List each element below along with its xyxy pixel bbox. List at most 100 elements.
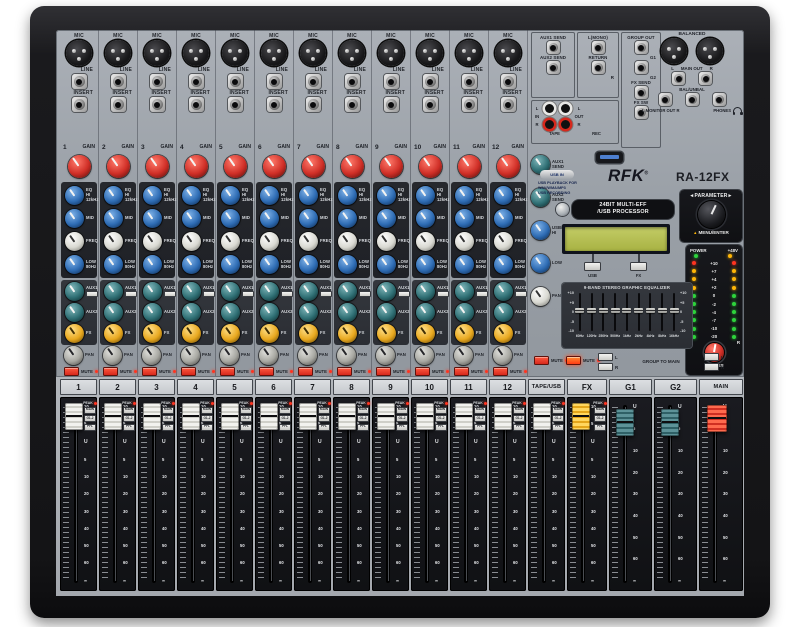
- aux1-knob[interactable]: [260, 282, 279, 301]
- mute-button[interactable]: [64, 367, 79, 376]
- mute-button[interactable]: [337, 367, 352, 376]
- main-assign-button[interactable]: MAIN: [474, 407, 486, 414]
- g1-to-main-l-button[interactable]: [598, 353, 613, 361]
- eq-freq-knob[interactable]: [299, 232, 318, 251]
- pfl-button[interactable]: PFL: [318, 424, 330, 431]
- aux1-knob[interactable]: [143, 282, 162, 301]
- fader-cap[interactable]: [221, 403, 239, 430]
- mute-button[interactable]: [376, 367, 391, 376]
- aux2-knob[interactable]: [260, 303, 279, 322]
- fader-cap[interactable]: [455, 403, 473, 430]
- fader-cap[interactable]: [533, 403, 551, 430]
- aux-pre-button[interactable]: [515, 291, 527, 297]
- master-knob[interactable]: [531, 254, 550, 273]
- fader-cap[interactable]: [104, 403, 122, 430]
- aux2-knob[interactable]: [416, 303, 435, 322]
- eq-low-knob[interactable]: [299, 255, 318, 274]
- master-knob[interactable]: [531, 221, 550, 240]
- eq-mid-knob[interactable]: [182, 209, 201, 228]
- fx-knob[interactable]: [416, 324, 435, 343]
- mute-button[interactable]: [298, 367, 313, 376]
- fader-cap[interactable]: [65, 403, 83, 430]
- pan-knob[interactable]: [142, 346, 161, 365]
- eq-mid-knob[interactable]: [221, 209, 240, 228]
- main-assign-button[interactable]: MAIN: [513, 407, 525, 414]
- eq-low-knob[interactable]: [143, 255, 162, 274]
- geq-slider-cap[interactable]: [611, 308, 620, 313]
- geq-slider[interactable]: 4kHz: [645, 291, 656, 337]
- aux-pre-button[interactable]: [125, 291, 137, 297]
- pan-knob[interactable]: [337, 346, 356, 365]
- eq-mid-knob[interactable]: [416, 209, 435, 228]
- pfl-button[interactable]: PFL: [201, 424, 213, 431]
- aux1-knob[interactable]: [455, 282, 474, 301]
- fader-cap[interactable]: [143, 403, 161, 430]
- main-assign-button[interactable]: MAIN: [318, 407, 330, 414]
- eq-freq-knob[interactable]: [455, 232, 474, 251]
- mute-button[interactable]: [454, 367, 469, 376]
- aux-pre-button[interactable]: [476, 291, 488, 297]
- pan-knob[interactable]: [298, 346, 317, 365]
- aux1-knob[interactable]: [338, 282, 357, 301]
- geq-slider-cap[interactable]: [634, 308, 643, 313]
- group-assign-button[interactable]: G1-2: [162, 415, 174, 422]
- group-assign-button[interactable]: G1-2: [240, 415, 252, 422]
- aux-pre-button[interactable]: [86, 291, 98, 297]
- eq-hi-knob[interactable]: [455, 186, 474, 205]
- main-assign-button[interactable]: MAIN: [162, 407, 174, 414]
- eq-hi-knob[interactable]: [338, 186, 357, 205]
- gain-knob[interactable]: [146, 155, 169, 178]
- group-assign-button[interactable]: G1-2: [474, 415, 486, 422]
- fx-knob[interactable]: [299, 324, 318, 343]
- fx-knob[interactable]: [221, 324, 240, 343]
- pan-knob[interactable]: [376, 346, 395, 365]
- main-assign-button[interactable]: MAIN: [435, 407, 447, 414]
- eq-hi-knob[interactable]: [260, 186, 279, 205]
- geq-slider-cap[interactable]: [646, 308, 655, 313]
- aux2-knob[interactable]: [65, 303, 84, 322]
- geq-slider-cap[interactable]: [599, 308, 608, 313]
- aux-pre-button[interactable]: [281, 291, 293, 297]
- pfl-button[interactable]: PFL: [474, 424, 486, 431]
- group-assign-button[interactable]: G1-2: [396, 415, 408, 422]
- main-assign-button[interactable]: MAIN: [594, 407, 606, 414]
- eq-low-knob[interactable]: [65, 255, 84, 274]
- fx-mode-button[interactable]: [630, 262, 647, 271]
- eq-mid-knob[interactable]: [104, 209, 123, 228]
- main-assign-button[interactable]: MAIN: [279, 407, 291, 414]
- g1-to-main-r-button[interactable]: [598, 363, 613, 371]
- aux1-knob[interactable]: [377, 282, 396, 301]
- eq-hi-knob[interactable]: [65, 186, 84, 205]
- eq-freq-knob[interactable]: [494, 232, 513, 251]
- eq-freq-knob[interactable]: [377, 232, 396, 251]
- pfl-button[interactable]: PFL: [396, 424, 408, 431]
- group-assign-button[interactable]: G1-2: [357, 415, 369, 422]
- aux-pre-button[interactable]: [320, 291, 332, 297]
- geq-slider-cap[interactable]: [575, 308, 584, 313]
- aux1-knob[interactable]: [416, 282, 435, 301]
- geq-slider[interactable]: 250Hz: [598, 291, 609, 337]
- group-assign-button[interactable]: G1-2: [318, 415, 330, 422]
- group-assign-button[interactable]: G1-2: [84, 415, 96, 422]
- eq-low-knob[interactable]: [221, 255, 240, 274]
- fader-cap[interactable]: [182, 403, 200, 430]
- group-assign-button[interactable]: G1-2: [552, 415, 564, 422]
- geq-slider-cap[interactable]: [622, 308, 631, 313]
- fx-mute-button[interactable]: [566, 356, 581, 365]
- eq-low-knob[interactable]: [494, 255, 513, 274]
- aux2-knob[interactable]: [182, 303, 201, 322]
- eq-mid-knob[interactable]: [377, 209, 396, 228]
- eq-hi-knob[interactable]: [494, 186, 513, 205]
- main-assign-button[interactable]: MAIN: [123, 407, 135, 414]
- mute-button[interactable]: [220, 367, 235, 376]
- fx-knob[interactable]: [377, 324, 396, 343]
- gain-knob[interactable]: [497, 155, 520, 178]
- pan-knob[interactable]: [181, 346, 200, 365]
- geq-slider[interactable]: 120Hz: [586, 291, 597, 337]
- eq-low-knob[interactable]: [455, 255, 474, 274]
- main-assign-button[interactable]: MAIN: [357, 407, 369, 414]
- pfl-button[interactable]: PFL: [279, 424, 291, 431]
- aux2-knob[interactable]: [143, 303, 162, 322]
- eq-hi-knob[interactable]: [416, 186, 435, 205]
- main-assign-button[interactable]: MAIN: [201, 407, 213, 414]
